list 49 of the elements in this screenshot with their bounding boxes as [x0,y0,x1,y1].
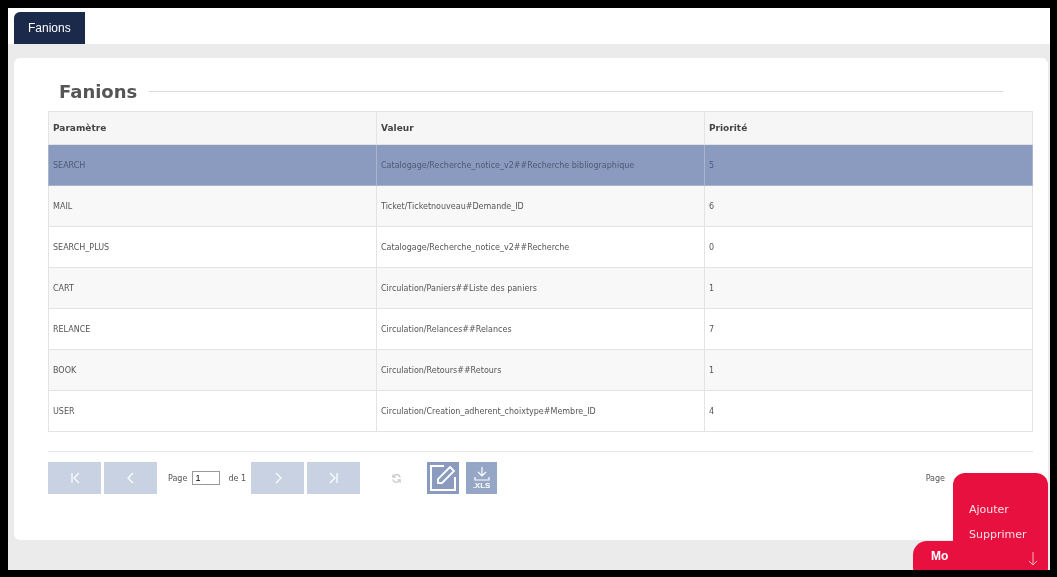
table-cell: CART [48,267,377,309]
tab[interactable]: Fanions [14,12,85,44]
page-count: de 1 [228,473,246,483]
table-cell: Ticket/Ticketnouveau#Demande_ID [376,185,705,227]
table-row[interactable]: MAIL Ticket/Ticketnouveau#Demande_ID 6 [48,185,1033,227]
table-cell: 1 [704,267,1033,309]
first-page-icon [68,472,81,484]
column-header: Valeur [376,111,705,145]
previous-page-button[interactable] [104,462,157,494]
table-cell: Circulation/Paniers##Liste des paniers [376,267,705,309]
table-cell: MAIL [48,185,377,227]
down-arrow-icon [1028,552,1038,566]
table-cell: 6 [704,185,1033,227]
table-cell: 1 [704,349,1033,391]
table-cell: RELANCE [48,308,377,350]
table-row[interactable]: CART Circulation/Paniers##Liste des paniers 1 [48,267,1033,309]
page-summary: Page [925,473,945,483]
edit-button[interactable] [427,462,459,494]
next-page-button[interactable] [251,462,304,494]
refresh-icon[interactable] [391,472,402,484]
last-page-button[interactable] [307,462,360,494]
panel-title: Fanions [59,80,138,102]
table-row[interactable]: RELANCE Circulation/Relances##Relances 7 [48,308,1033,350]
column-header: Priorité [704,111,1033,145]
menu-item[interactable]: Ajouter [969,503,1048,516]
table-cell: 0 [704,226,1033,268]
page-input[interactable]: 1 [192,471,221,485]
table-cell: SEARCH [48,144,377,186]
table-cell: BOOK [48,349,377,391]
download-icon [473,466,490,481]
page-label: Page [168,473,188,483]
table-cell: Circulation/Retours##Retours [376,349,705,391]
table-row[interactable]: SEARCH_PLUS Catalogage/Recherche_notice_v2##Recherche 0 [48,226,1033,268]
table-cell: USER [48,390,377,432]
table-cell: Catalogage/Recherche_notice_v2##Recherche [376,226,705,268]
table-cell: Catalogage/Recherche_notice_v2##Recherche bibliographique [376,144,705,186]
menu-item[interactable]: Supprimer [969,528,1048,541]
table-cell: Circulation/Creation_adherent_choixtype#Membre_ID [376,390,705,432]
table-cell: Circulation/Relances##Relances [376,308,705,350]
table-cell: 7 [704,308,1033,350]
table-cell: 4 [704,390,1033,432]
edit-icon [430,465,456,491]
last-page-icon [327,472,340,484]
first-page-button[interactable] [48,462,101,494]
table-cell: 5 [704,144,1033,186]
column-header: Paramètre [48,111,377,145]
table-row[interactable]: USER Circulation/Creation_adherent_choixtype#Membre_ID 4 [48,390,1033,432]
table-cell: SEARCH_PLUS [48,226,377,268]
table-row[interactable]: BOOK Circulation/Retours##Retours 1 [48,349,1033,391]
